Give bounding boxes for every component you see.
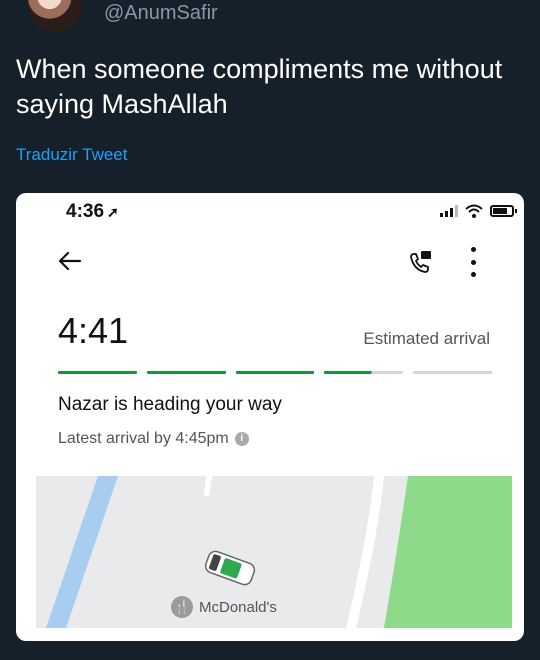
car-icon	[204, 550, 256, 586]
signal-icon	[440, 205, 458, 217]
water-stream	[46, 476, 118, 628]
info-icon[interactable]: i	[234, 432, 249, 446]
progress-segment	[413, 371, 492, 374]
translate-tweet-link[interactable]: Traduzir Tweet	[16, 145, 128, 165]
battery-icon	[490, 205, 517, 217]
trip-progress-bar	[58, 371, 492, 375]
poi-marker[interactable]: 🍴 McDonald's	[171, 596, 277, 618]
progress-segment	[58, 371, 137, 374]
embedded-screenshot[interactable]: 4:36 ➚ 4:41 Estimated arrival Nazar is he…	[16, 193, 524, 641]
road	[346, 476, 384, 628]
restaurant-icon: 🍴	[171, 596, 193, 618]
location-arrow-icon: ➚	[107, 204, 119, 220]
progress-segment	[146, 371, 226, 374]
status-bar-icons	[440, 203, 517, 219]
road	[204, 476, 212, 496]
latest-arrival-text: Latest arrival by 4:45pm	[58, 430, 229, 447]
eta-label: Estimated arrival	[363, 329, 490, 348]
eta-time: 4:41	[58, 310, 129, 351]
latest-arrival: Latest arrival by 4:45pm i	[58, 430, 249, 448]
tweet-header: @AnumSafir	[0, 0, 540, 40]
progress-segment	[235, 371, 315, 374]
user-handle[interactable]: @AnumSafir	[104, 2, 218, 25]
more-vertical-icon[interactable]	[466, 247, 480, 277]
status-bar-time: 4:36 ➚	[66, 201, 119, 222]
wifi-icon	[465, 204, 483, 218]
map-view[interactable]: 🍴 McDonald's	[36, 476, 512, 628]
driver-status-title: Nazar is heading your way	[58, 394, 282, 415]
back-arrow-icon[interactable]	[56, 248, 82, 274]
phone-message-icon[interactable]	[406, 248, 434, 276]
park-area	[384, 476, 512, 628]
progress-segment	[324, 371, 404, 374]
avatar[interactable]	[28, 0, 82, 32]
tweet-text: When someone compliments me without sayi…	[16, 54, 503, 119]
poi-label: McDonald's	[199, 598, 277, 616]
